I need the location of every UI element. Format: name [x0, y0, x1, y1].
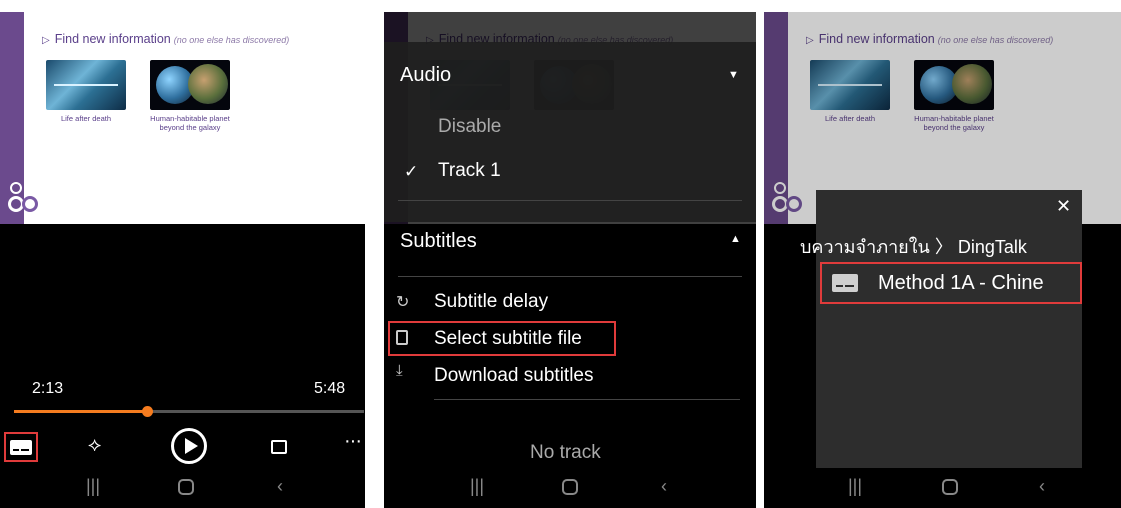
- subtitles-icon[interactable]: [10, 440, 32, 455]
- more-icon[interactable]: ···: [344, 430, 362, 453]
- subtitle-file-icon: [832, 274, 858, 292]
- file-icon: [396, 330, 408, 345]
- recents-icon[interactable]: |||: [848, 476, 862, 497]
- android-nav-bar: ||| ‹: [764, 468, 1121, 508]
- divider: [398, 200, 742, 201]
- download-icon: ⤓: [396, 362, 403, 379]
- player-screen: ▷ Find new information (no one else has di…: [0, 12, 365, 508]
- file-row[interactable]: Method 1A - Chine: [820, 262, 1082, 304]
- rotate-icon[interactable]: ⟡: [88, 434, 101, 457]
- subtitle-delay-icon: ↻: [396, 294, 410, 311]
- file-dialog: ✕ บความจำภายใน 〉 DingTalk Method 1A - Ch…: [800, 190, 1082, 474]
- subtitle-delay-item[interactable]: Subtitle delay: [434, 291, 548, 313]
- seek-progress: [14, 410, 147, 413]
- play-button[interactable]: [171, 428, 207, 464]
- current-time: 2:13: [32, 380, 64, 397]
- recents-icon[interactable]: |||: [470, 476, 484, 497]
- slide-heading: ▷Find new information(no one else has di…: [42, 32, 290, 46]
- breadcrumb[interactable]: บความจำภายใน 〉 DingTalk: [800, 232, 1027, 261]
- play-icon: [185, 438, 198, 454]
- subtitles-header[interactable]: Subtitles: [400, 230, 477, 253]
- back-icon[interactable]: ‹: [277, 476, 283, 497]
- collapse-icon[interactable]: ▼: [728, 69, 739, 81]
- audio-option-track[interactable]: Track 1: [438, 160, 501, 182]
- image-caption: Human-habitable planet beyond the galaxy: [150, 114, 230, 132]
- close-icon[interactable]: ✕: [1056, 196, 1071, 217]
- slide-logo: [8, 182, 42, 216]
- video-frame: ▷Find new information(no one else has di…: [0, 12, 365, 224]
- audio-header[interactable]: Audio: [400, 64, 451, 87]
- seek-handle[interactable]: [142, 406, 153, 417]
- back-icon[interactable]: ‹: [661, 476, 667, 497]
- audio-option-disable[interactable]: Disable: [438, 116, 501, 138]
- divider: [398, 276, 742, 277]
- image-caption: Life after death: [60, 114, 112, 123]
- download-subtitles-item[interactable]: Download subtitles: [434, 365, 593, 387]
- select-subtitle-file-item[interactable]: Select subtitle file: [434, 328, 582, 350]
- total-time: 5:48: [314, 380, 346, 397]
- check-icon: ✓: [404, 162, 419, 181]
- planet-image: [150, 60, 230, 110]
- expand-icon[interactable]: ▲: [730, 233, 741, 245]
- recents-icon[interactable]: |||: [86, 476, 100, 497]
- seek-bar[interactable]: [14, 406, 364, 417]
- divider: [434, 399, 740, 400]
- back-icon[interactable]: ‹: [1039, 476, 1045, 497]
- life-after-death-image: [46, 60, 126, 110]
- aspect-ratio-icon[interactable]: [271, 440, 287, 454]
- home-icon[interactable]: [178, 479, 194, 495]
- track-menu-screen: ▷Find new information(no one else has di…: [384, 12, 756, 508]
- file-picker-screen: ▷ Find new information (no one else has di…: [764, 12, 1121, 508]
- android-nav-bar: ||| ‹: [0, 468, 365, 508]
- file-name: Method 1A - Chine: [878, 272, 1044, 294]
- android-nav-bar: ||| ‹: [384, 468, 756, 508]
- no-track-item[interactable]: No track: [530, 442, 601, 464]
- home-icon[interactable]: [942, 479, 958, 495]
- home-icon[interactable]: [562, 479, 578, 495]
